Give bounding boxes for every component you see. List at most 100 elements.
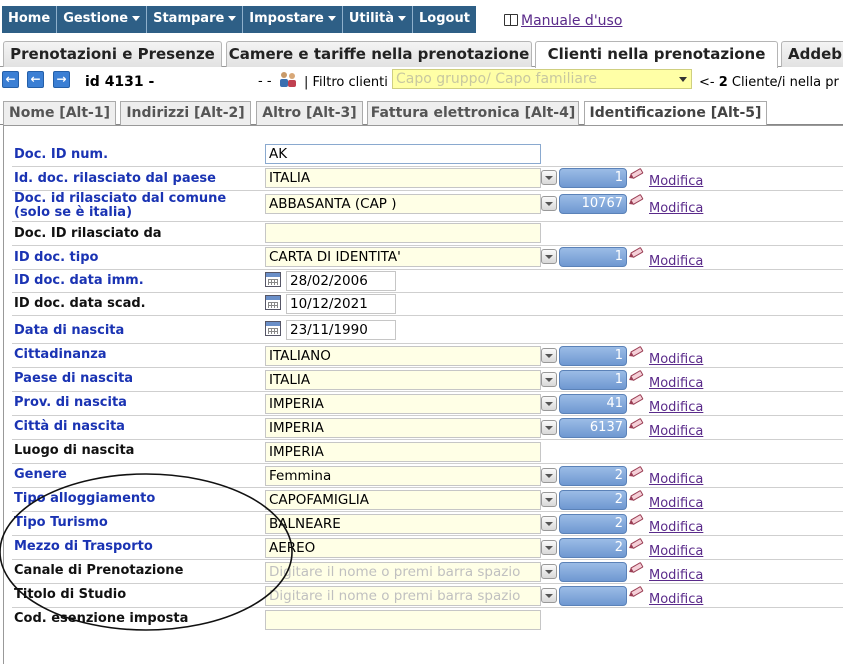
genere-modifica-link[interactable]: Modifica [649,472,703,487]
menu-gestione[interactable]: Gestione [57,6,148,33]
pencil-icon[interactable] [627,369,645,384]
doc-rilasciato-da-field[interactable] [265,223,541,243]
doc-data-imm-field[interactable]: 28/02/2006 [286,271,396,291]
row-doc-id-num: Doc. ID num. AK [12,143,843,167]
pencil-icon[interactable] [627,489,645,504]
menu-stampare-label: Stampare [153,11,225,26]
titolo-studio-modifica-link[interactable]: Modifica [649,592,703,607]
subtab-altro[interactable]: Altro [Alt-3] [256,101,363,125]
luogo-nascita-field[interactable]: IMPERIA [265,442,541,462]
chevron-down-icon [132,16,141,21]
first-record-button[interactable]: ← [2,71,19,88]
menu-utilita-label: Utilità [348,11,395,26]
row-data-nascita: Data di nascita 23/11/1990 [12,316,843,344]
tipo-alloggiamento-dropdown-button[interactable] [541,492,557,507]
doc-tipo-dropdown-button[interactable] [541,249,557,264]
row-citta-nascita: Città di nascita IMPERIA 6137 Modifica [12,416,843,440]
chevron-down-icon [327,16,336,21]
tipo-alloggiamento-field[interactable]: CAPOFAMIGLIA [265,490,541,510]
tipo-turismo-dropdown-button[interactable] [541,516,557,531]
tab-camere-tariffe[interactable]: Camere e tariffe nella prenotazione [226,41,532,67]
tab-addebiti[interactable]: Addebi [781,41,843,67]
citta-nascita-field[interactable]: IMPERIA [265,418,541,438]
tab-prenotazioni[interactable]: Prenotazioni e Presenze [3,41,222,67]
manual-link[interactable]: Manuale d'uso [504,13,622,29]
tipo-alloggiamento-modifica-link[interactable]: Modifica [649,496,703,511]
prev-record-button[interactable]: ← [27,71,44,88]
calendar-icon[interactable] [265,272,281,287]
menu-logout[interactable]: Logout [413,6,476,33]
pencil-icon[interactable] [627,561,645,576]
pencil-icon[interactable] [627,465,645,480]
prov-nascita-dropdown-button[interactable] [541,396,557,411]
pencil-icon[interactable] [627,513,645,528]
clients-group-icon[interactable] [278,70,298,88]
label-cod-esenzione: Cod. esenzione imposta [14,611,189,626]
record-id: id 4131 - [85,74,155,90]
cittadinanza-dropdown-button[interactable] [541,348,557,363]
subtab-fattura[interactable]: Fattura elettronica [Alt-4] [367,101,579,125]
doc-comune-modifica-link[interactable]: Modifica [649,201,703,216]
subtab-indirizzi[interactable]: Indirizzi [Alt-2] [120,101,251,125]
mezzo-trasporto-field[interactable]: AEREO [265,538,541,558]
paese-nascita-dropdown-button[interactable] [541,372,557,387]
next-record-button[interactable]: → [53,71,70,88]
pencil-icon[interactable] [627,537,645,552]
canale-prenotazione-dropdown-button[interactable] [541,564,557,579]
subtab-nome[interactable]: Nome [Alt-1] [3,101,116,125]
tipo-turismo-modifica-link[interactable]: Modifica [649,520,703,535]
doc-paese-field[interactable]: ITALIA [265,168,541,188]
menu-impostare-label: Impostare [249,11,324,26]
calendar-icon[interactable] [265,321,281,336]
pencil-icon[interactable] [627,585,645,600]
pencil-icon[interactable] [627,193,645,208]
genere-dropdown-button[interactable] [541,468,557,483]
pencil-icon[interactable] [627,393,645,408]
genere-field[interactable]: Femmina [265,466,541,486]
row-canale-prenotazione: Canale di Prenotazione Digitare il nome … [12,560,843,584]
mezzo-trasporto-code: 2 [559,538,627,558]
citta-nascita-modifica-link[interactable]: Modifica [649,424,703,439]
client-filter-select[interactable]: Capo gruppo/ Capo familiare [392,69,692,89]
paese-nascita-field[interactable]: ITALIA [265,370,541,390]
cittadinanza-field[interactable]: ITALIANO [265,346,541,366]
canale-prenotazione-modifica-link[interactable]: Modifica [649,568,703,583]
doc-tipo-field[interactable]: CARTA DI IDENTITA' [265,247,541,267]
menu-utilita[interactable]: Utilità [343,6,414,33]
cittadinanza-modifica-link[interactable]: Modifica [649,352,703,367]
titolo-studio-field[interactable]: Digitare il nome o premi barra spazio [265,586,541,606]
citta-nascita-dropdown-button[interactable] [541,420,557,435]
paese-nascita-modifica-link[interactable]: Modifica [649,376,703,391]
row-luogo-nascita: Luogo di nascita IMPERIA [12,440,843,464]
data-nascita-field[interactable]: 23/11/1990 [286,320,396,340]
pencil-icon[interactable] [627,167,645,182]
doc-comune-field[interactable]: ABBASANTA (CAP ) [265,194,541,214]
subtab-identificazione[interactable]: Identificazione [Alt-5] [584,101,767,126]
menu-stampare[interactable]: Stampare [147,6,244,33]
row-paese-nascita: Paese di nascita ITALIA 1 Modifica [12,368,843,392]
paese-nascita-code: 1 [559,370,627,390]
mezzo-trasporto-modifica-link[interactable]: Modifica [649,544,703,559]
doc-paese-modifica-link[interactable]: Modifica [649,174,703,189]
calendar-icon[interactable] [265,295,281,310]
pencil-icon[interactable] [627,345,645,360]
tipo-turismo-field[interactable]: BALNEARE [265,514,541,534]
menu-home[interactable]: Home [2,6,58,33]
doc-comune-dropdown-button[interactable] [541,196,557,211]
tab-clienti[interactable]: Clienti nella prenotazione [535,41,778,68]
doc-id-num-field[interactable]: AK [265,144,541,164]
prov-nascita-modifica-link[interactable]: Modifica [649,400,703,415]
prov-nascita-field[interactable]: IMPERIA [265,394,541,414]
menu-impostare[interactable]: Impostare [243,6,343,33]
label-doc-comune: Doc. id rilasciato dal comune (solo se è … [14,192,226,220]
doc-tipo-modifica-link[interactable]: Modifica [649,254,703,269]
pencil-icon[interactable] [627,246,645,261]
pencil-icon[interactable] [627,417,645,432]
label-genere: Genere [14,467,67,482]
canale-prenotazione-field[interactable]: Digitare il nome o premi barra spazio [265,562,541,582]
mezzo-trasporto-dropdown-button[interactable] [541,540,557,555]
titolo-studio-dropdown-button[interactable] [541,588,557,603]
doc-paese-dropdown-button[interactable] [541,170,557,185]
doc-data-scad-field[interactable]: 10/12/2021 [286,294,396,314]
cod-esenzione-field[interactable] [265,610,541,630]
